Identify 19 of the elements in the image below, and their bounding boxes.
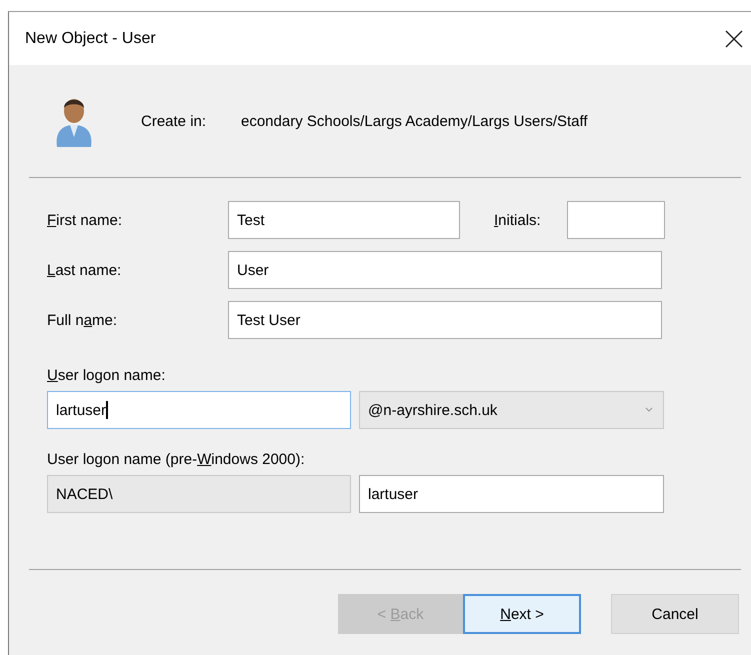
field-label: First name: [47,212,124,228]
input-field[interactable] [567,201,665,239]
container-path: econdary Schools/Largs Academy/Largs Users/Staff [241,112,588,130]
input-field[interactable]: lartuser [47,391,351,429]
field-label: User logon name (pre-Windows 2000): [47,451,305,468]
input-field[interactable]: Test User [228,301,662,339]
input-field[interactable]: lartuser [359,475,664,513]
input-field[interactable]: Test [228,201,460,239]
window-title: New Object - User [25,30,157,48]
next-button[interactable]: Next > [463,594,581,634]
input-field: NACED\ [47,475,351,513]
input-field[interactable]: User [228,251,662,289]
close-icon[interactable] [725,30,743,48]
create-in-label: Create in: [141,112,208,130]
field-label: Initials: [494,212,542,228]
field-label: User logon name: [47,367,166,384]
field-label: Full name: [47,312,118,328]
field-label: Last name: [47,262,122,278]
cancel-button[interactable]: Cancel [611,594,739,634]
